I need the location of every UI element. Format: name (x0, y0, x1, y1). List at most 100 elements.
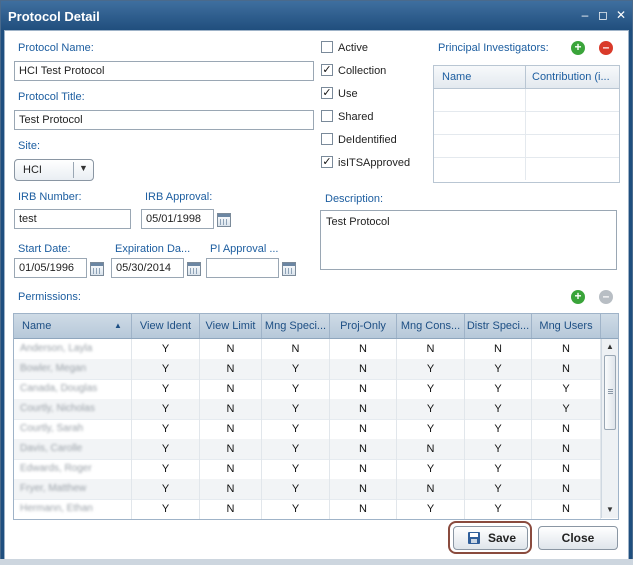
permission-cell[interactable]: Y (465, 459, 532, 479)
calendar-icon[interactable] (217, 213, 231, 227)
table-row[interactable]: Davis, Carolle Y N Y N N Y N (14, 439, 601, 460)
permission-cell[interactable]: Y (132, 479, 200, 499)
permission-cell[interactable]: N (330, 499, 397, 519)
permission-cell[interactable]: Y (132, 339, 200, 359)
scroll-up-icon[interactable]: ▲ (604, 341, 616, 353)
permission-cell[interactable]: N (330, 379, 397, 399)
close-button[interactable]: Close (538, 526, 618, 550)
permission-cell[interactable]: Y (397, 499, 465, 519)
permission-cell[interactable]: Y (132, 359, 200, 379)
permission-cell[interactable]: N (200, 499, 262, 519)
description-textarea[interactable]: Test Protocol (320, 210, 617, 270)
permission-cell[interactable]: Y (532, 399, 601, 419)
permission-cell[interactable]: N (200, 479, 262, 499)
permission-cell[interactable]: Y (465, 379, 532, 399)
remove-investigator-icon[interactable]: – (599, 41, 613, 55)
calendar-icon[interactable] (90, 262, 104, 276)
permission-cell[interactable]: Y (397, 379, 465, 399)
add-investigator-icon[interactable]: + (571, 41, 585, 55)
checkbox-active[interactable] (321, 41, 333, 53)
checkbox-isitsapproved[interactable]: ✓ (321, 156, 333, 168)
permission-cell[interactable]: N (200, 359, 262, 379)
permission-cell[interactable]: Y (132, 419, 200, 439)
permission-cell[interactable]: Y (262, 379, 330, 399)
protocol-name-input[interactable]: HCI Test Protocol (14, 61, 314, 81)
permission-cell[interactable]: N (532, 499, 601, 519)
permission-cell[interactable]: Y (262, 459, 330, 479)
start-date-input[interactable]: 01/05/1996 (14, 258, 87, 278)
permission-cell[interactable]: N (330, 479, 397, 499)
grid-col-mng-cons[interactable]: Mng Cons... (397, 314, 465, 338)
minimize-icon[interactable]: – (578, 8, 592, 22)
permission-cell[interactable]: N (532, 439, 601, 459)
permission-cell[interactable]: N (397, 439, 465, 459)
irb-number-input[interactable]: test (14, 209, 131, 229)
permission-cell[interactable]: Y (465, 499, 532, 519)
grid-col-mng-speci[interactable]: Mng Speci... (262, 314, 330, 338)
vertical-scrollbar[interactable]: ▲ ▼ (601, 339, 618, 518)
permission-cell[interactable]: Y (465, 479, 532, 499)
maximize-icon[interactable]: ◻ (596, 8, 610, 22)
permission-cell[interactable]: Y (262, 499, 330, 519)
grid-col-view-limit[interactable]: View Limit (200, 314, 262, 338)
save-button[interactable]: Save (453, 526, 528, 550)
scroll-thumb[interactable] (604, 355, 616, 430)
permission-cell[interactable]: Y (397, 459, 465, 479)
permission-cell[interactable]: N (397, 479, 465, 499)
grid-col-proj-only[interactable]: Proj-Only (330, 314, 397, 338)
table-row[interactable]: Courtly, Sarah Y N Y N Y Y N (14, 419, 601, 440)
permission-cell[interactable]: N (330, 359, 397, 379)
checkbox-deidentified[interactable] (321, 133, 333, 145)
checkbox-use[interactable]: ✓ (321, 87, 333, 99)
permission-cell[interactable]: N (200, 439, 262, 459)
title-bar[interactable]: Protocol Detail – ◻ ✕ (1, 1, 632, 31)
permission-cell[interactable]: Y (132, 399, 200, 419)
investigators-col-name[interactable]: Name (442, 71, 471, 83)
permission-cell[interactable]: Y (262, 359, 330, 379)
grid-col-view-ident[interactable]: View Ident (132, 314, 200, 338)
checkbox-shared[interactable] (321, 110, 333, 122)
permission-cell[interactable]: Y (132, 459, 200, 479)
permission-cell[interactable]: Y (132, 379, 200, 399)
permission-cell[interactable]: N (532, 479, 601, 499)
checkbox-collection[interactable]: ✓ (321, 64, 333, 76)
table-row[interactable]: Anderson, Layla Y N N N N N N (14, 339, 601, 360)
scroll-down-icon[interactable]: ▼ (604, 504, 616, 516)
grid-col-distr-speci[interactable]: Distr Speci... (465, 314, 532, 338)
calendar-icon[interactable] (282, 262, 296, 276)
permission-cell[interactable]: Y (465, 399, 532, 419)
permission-cell[interactable]: Y (397, 399, 465, 419)
grid-col-mng-users[interactable]: Mng Users (532, 314, 601, 338)
permission-cell[interactable]: N (532, 419, 601, 439)
permission-cell[interactable]: N (200, 459, 262, 479)
permission-cell[interactable]: N (200, 339, 262, 359)
site-select[interactable]: HCI ▼ (14, 159, 94, 181)
table-row[interactable]: Edwards, Roger Y N Y N Y Y N (14, 459, 601, 480)
permission-cell[interactable]: N (465, 339, 532, 359)
investigators-col-contribution[interactable]: Contribution (i... (532, 71, 610, 83)
permission-cell[interactable]: Y (532, 379, 601, 399)
permission-cell[interactable]: N (262, 339, 330, 359)
remove-permission-icon[interactable]: – (599, 290, 613, 304)
add-permission-icon[interactable]: + (571, 290, 585, 304)
protocol-title-input[interactable]: Test Protocol (14, 110, 314, 130)
permission-cell[interactable]: Y (262, 439, 330, 459)
permission-cell[interactable]: Y (397, 359, 465, 379)
permission-cell[interactable]: Y (262, 419, 330, 439)
table-row[interactable]: Bowler, Megan Y N Y N Y Y N (14, 359, 601, 380)
permission-cell[interactable]: Y (397, 419, 465, 439)
permission-cell[interactable]: Y (132, 499, 200, 519)
permission-cell[interactable]: Y (262, 479, 330, 499)
table-row[interactable]: Courtly, Nicholas Y N Y N Y Y Y (14, 399, 601, 420)
permission-cell[interactable]: N (532, 459, 601, 479)
pi-approval-input[interactable] (206, 258, 279, 278)
table-row[interactable]: Fryer, Matthew Y N Y N N Y N (14, 479, 601, 500)
permission-cell[interactable]: N (200, 379, 262, 399)
table-row[interactable]: Canada, Douglas Y N Y N Y Y Y (14, 379, 601, 400)
permission-cell[interactable]: N (330, 439, 397, 459)
permission-cell[interactable]: Y (132, 439, 200, 459)
permission-cell[interactable]: Y (262, 399, 330, 419)
permission-cell[interactable]: N (330, 339, 397, 359)
table-row[interactable]: Hermann, Ethan Y N Y N Y Y N (14, 499, 601, 519)
calendar-icon[interactable] (187, 262, 201, 276)
